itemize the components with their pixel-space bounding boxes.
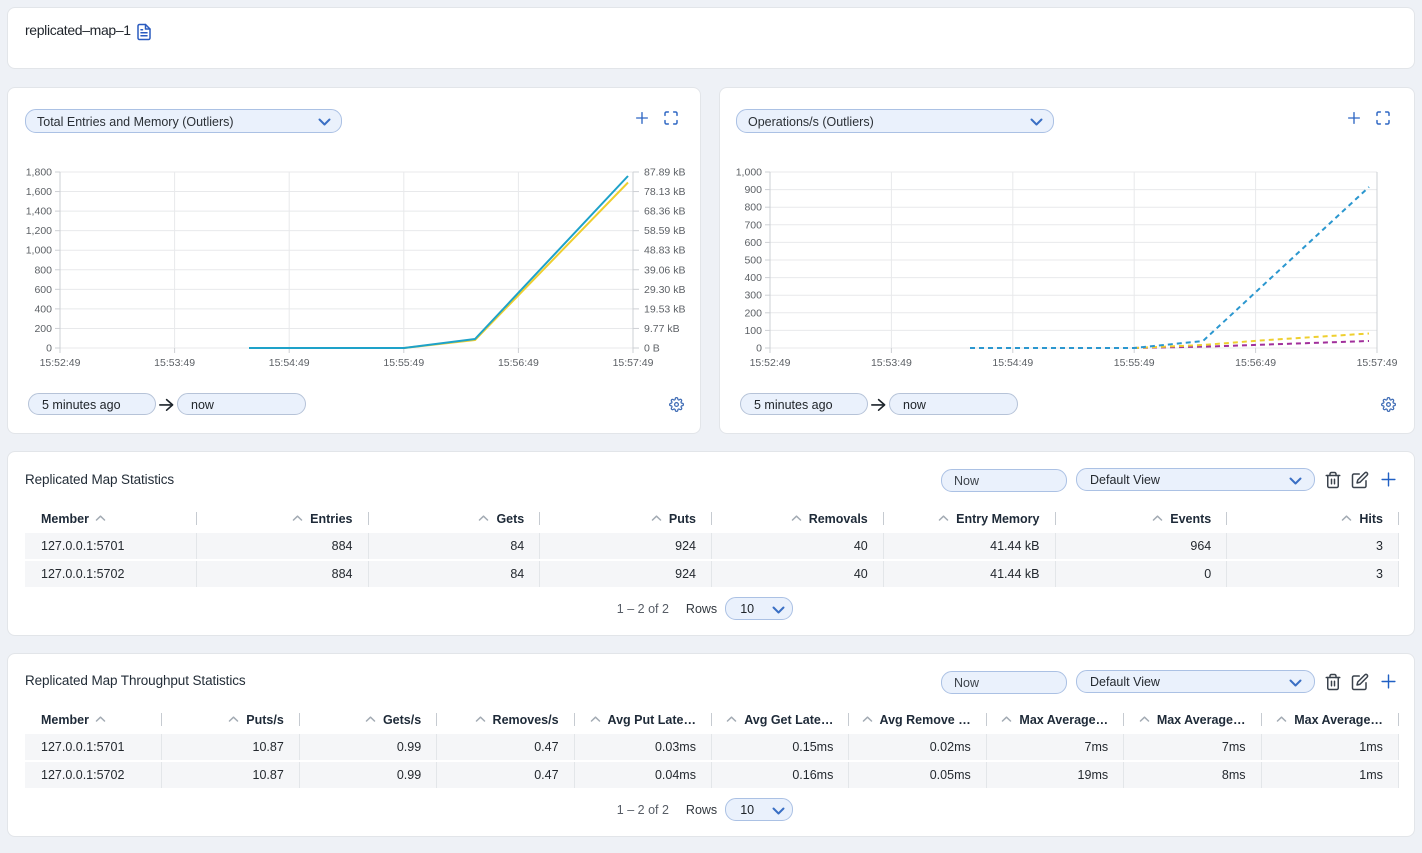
svg-text:87.89 kB: 87.89 kB (644, 167, 685, 179)
svg-text:600: 600 (744, 237, 762, 249)
svg-text:900: 900 (744, 184, 762, 196)
svg-text:29.30 kB: 29.30 kB (644, 284, 685, 296)
svg-text:1,600: 1,600 (26, 186, 52, 198)
svg-text:800: 800 (744, 202, 762, 214)
svg-text:9.77 kB: 9.77 kB (644, 323, 680, 335)
svg-text:15:57:49: 15:57:49 (613, 357, 654, 369)
svg-text:1,000: 1,000 (736, 167, 762, 179)
svg-text:600: 600 (34, 284, 52, 296)
svg-text:15:54:49: 15:54:49 (269, 357, 310, 369)
svg-text:700: 700 (744, 219, 762, 231)
svg-text:800: 800 (34, 264, 52, 276)
svg-text:15:52:49: 15:52:49 (40, 357, 81, 369)
svg-text:0: 0 (46, 343, 52, 355)
svg-text:15:56:49: 15:56:49 (1235, 357, 1276, 369)
svg-text:15:52:49: 15:52:49 (750, 357, 791, 369)
svg-text:19.53 kB: 19.53 kB (644, 303, 685, 315)
svg-text:500: 500 (744, 255, 762, 267)
svg-text:1,200: 1,200 (26, 225, 52, 237)
svg-text:15:53:49: 15:53:49 (154, 357, 195, 369)
svg-text:58.59 kB: 58.59 kB (644, 225, 685, 237)
svg-text:15:54:49: 15:54:49 (992, 357, 1033, 369)
svg-text:48.83 kB: 48.83 kB (644, 245, 685, 257)
svg-text:0 B: 0 B (644, 343, 660, 355)
svg-text:400: 400 (744, 272, 762, 284)
svg-text:15:55:49: 15:55:49 (383, 357, 424, 369)
svg-text:1,000: 1,000 (26, 245, 52, 257)
svg-text:15:53:49: 15:53:49 (871, 357, 912, 369)
svg-text:200: 200 (744, 307, 762, 319)
svg-text:15:55:49: 15:55:49 (1114, 357, 1155, 369)
svg-text:100: 100 (744, 325, 762, 337)
svg-text:200: 200 (34, 323, 52, 335)
svg-text:1,800: 1,800 (26, 167, 52, 179)
svg-text:39.06 kB: 39.06 kB (644, 264, 685, 276)
svg-text:78.13 kB: 78.13 kB (644, 186, 685, 198)
svg-text:68.36 kB: 68.36 kB (644, 206, 685, 218)
svg-text:1,400: 1,400 (26, 206, 52, 218)
svg-text:0: 0 (756, 343, 762, 355)
svg-text:400: 400 (34, 303, 52, 315)
svg-text:300: 300 (744, 290, 762, 302)
svg-text:15:56:49: 15:56:49 (498, 357, 539, 369)
svg-text:15:57:49: 15:57:49 (1357, 357, 1398, 369)
